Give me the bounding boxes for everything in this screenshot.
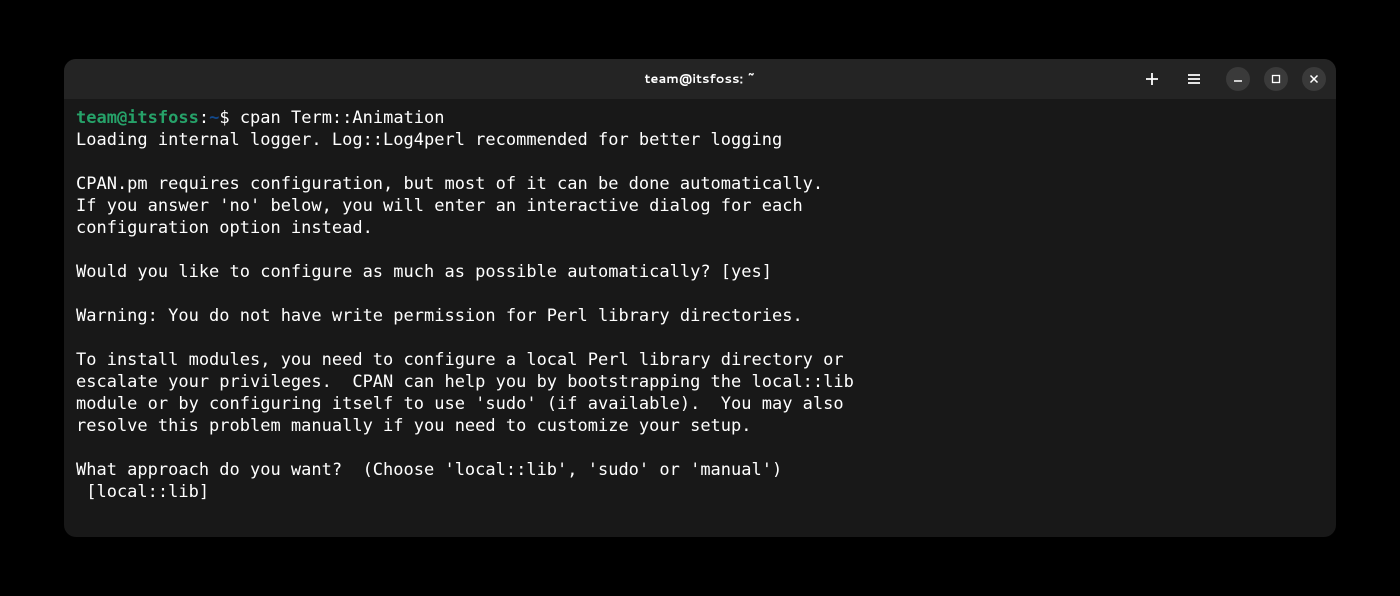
output-line: escalate your privileges. CPAN can help … (76, 372, 854, 392)
window-title: team@itsfoss: ~ (644, 70, 755, 88)
command-text: cpan Term::Animation (240, 108, 445, 128)
maximize-icon (1271, 74, 1281, 84)
output-line: What approach do you want? (Choose 'loca… (76, 460, 782, 480)
close-icon (1309, 74, 1319, 84)
minimize-button[interactable] (1226, 67, 1250, 91)
hamburger-icon (1187, 72, 1201, 86)
output-line: If you answer 'no' below, you will enter… (76, 196, 803, 216)
menu-button[interactable] (1182, 67, 1206, 91)
new-tab-button[interactable] (1140, 67, 1164, 91)
window-controls (1226, 67, 1326, 91)
titlebar-actions-left (1140, 67, 1206, 91)
output-line: resolve this problem manually if you nee… (76, 416, 752, 436)
output-line: Would you like to configure as much as p… (76, 262, 772, 282)
output-line: configuration option instead. (76, 218, 373, 238)
prompt-separator-1: : (199, 108, 209, 128)
output-line: [local::lib] (76, 482, 209, 502)
titlebar: team@itsfoss: ~ (64, 59, 1336, 99)
maximize-button[interactable] (1264, 67, 1288, 91)
terminal-body[interactable]: team@itsfoss:~$ cpan Term::Animation Loa… (64, 99, 1336, 537)
output-line: CPAN.pm requires configuration, but most… (76, 174, 823, 194)
output-line: Warning: You do not have write permissio… (76, 306, 803, 326)
close-button[interactable] (1302, 67, 1326, 91)
output-line: module or by configuring itself to use '… (76, 394, 844, 414)
prompt-separator-2: $ (219, 108, 239, 128)
output-line: Loading internal logger. Log::Log4perl r… (76, 130, 782, 150)
prompt-user-host: team@itsfoss (76, 108, 199, 128)
plus-icon (1145, 72, 1159, 86)
minimize-icon (1233, 74, 1243, 84)
prompt-path: ~ (209, 108, 219, 128)
terminal-window: team@itsfoss: ~ (64, 59, 1336, 537)
output-line: To install modules, you need to configur… (76, 350, 844, 370)
